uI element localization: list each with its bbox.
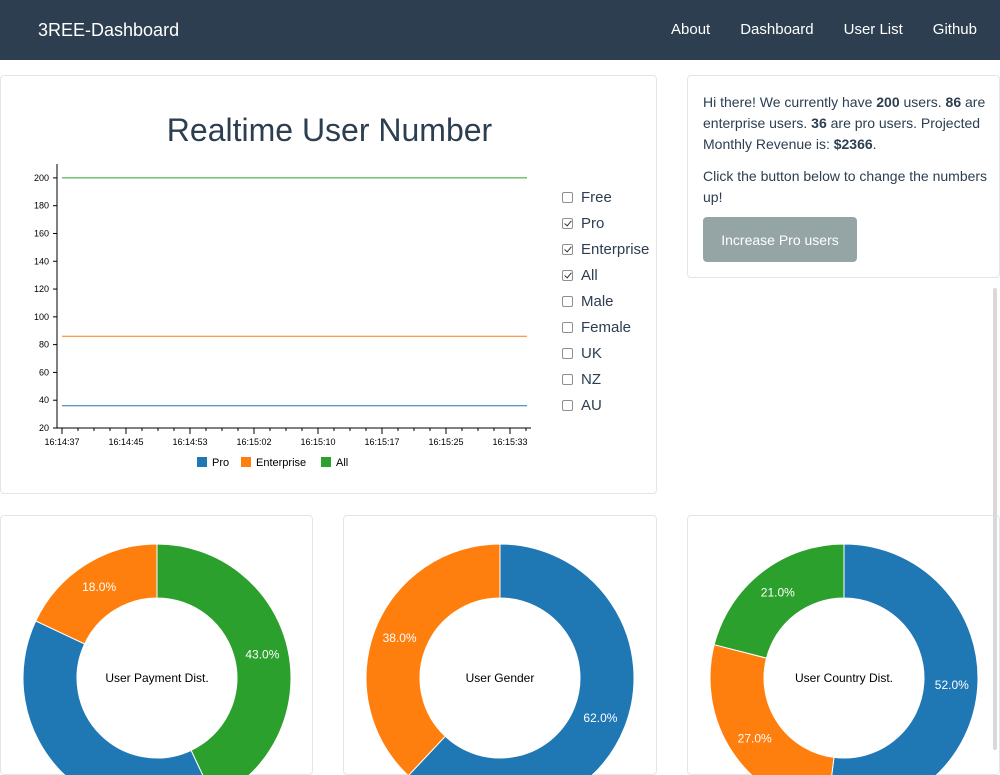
stats-text: Hi there! We currently have 200 users. 8… (703, 92, 988, 208)
filter-label: Enterprise (581, 240, 650, 258)
enterprise-users: 86 (945, 94, 962, 110)
series-filter-list: Free Pro Enterprise All Male Female UK NZ AU (562, 184, 649, 418)
x-tick-label: 16:15:25 (428, 437, 463, 447)
stats-card: Hi there! We currently have 200 users. 8… (687, 75, 1000, 278)
filter-label: All (581, 266, 598, 284)
filter-male[interactable]: Male (562, 288, 649, 314)
filter-nz[interactable]: NZ (562, 366, 649, 392)
plot-area: 20 40 60 80 100 120 140 160 180 200 16:14:37 16:14:… (34, 164, 531, 447)
legend-label: All (336, 457, 348, 469)
total-users: 200 (876, 94, 900, 110)
brand-logo[interactable]: 3REE-Dashboard (38, 0, 179, 60)
filter-checkbox[interactable] (562, 373, 573, 385)
slice-label: 21.0% (761, 586, 795, 600)
filter-checkbox[interactable] (562, 295, 573, 307)
slice-label: 52.0% (935, 678, 969, 692)
payment-dist-donut: 43.0% 18.0% User Payment Dist. (22, 543, 292, 775)
slice-label: 43.0% (245, 647, 279, 661)
pro-users: 36 (811, 115, 827, 131)
filter-label: Male (581, 292, 614, 310)
filter-free[interactable]: Free (562, 184, 649, 210)
slice-label: 18.0% (82, 580, 116, 594)
filter-checkbox[interactable] (562, 217, 573, 229)
donut-center-title: User Gender (466, 671, 535, 685)
filter-pro[interactable]: Pro (562, 210, 649, 236)
y-tick-label: 160 (34, 228, 49, 238)
x-tick-label: 16:14:45 (108, 437, 143, 447)
y-tick-label: 140 (34, 256, 49, 266)
filter-label: Free (581, 188, 612, 206)
slice-label: 27.0% (738, 732, 772, 746)
y-tick-label: 40 (39, 395, 49, 405)
filter-label: Pro (581, 214, 605, 232)
chart-title: Realtime User Number (166, 112, 493, 148)
filter-checkbox[interactable] (562, 191, 573, 203)
gender-dist-donut: 62.0% 38.0% User Gender (365, 543, 635, 775)
y-tick-label: 60 (39, 367, 49, 377)
filter-au[interactable]: AU (562, 392, 649, 418)
stats-prompt: Click the button below to change the num… (703, 168, 988, 205)
x-tick-label: 16:15:10 (300, 437, 335, 447)
slice-label: 62.0% (583, 711, 617, 725)
slice-label: 38.0% (383, 631, 417, 645)
nav-github[interactable]: Github (933, 0, 977, 60)
filter-label: UK (581, 344, 602, 362)
scrollbar[interactable] (993, 288, 997, 750)
filter-checkbox[interactable] (562, 321, 573, 333)
legend-swatch (197, 457, 207, 467)
x-tick-label: 16:15:02 (236, 437, 271, 447)
filter-label: NZ (581, 370, 601, 388)
nav-user-list[interactable]: User List (844, 0, 903, 60)
y-tick-label: 120 (34, 284, 49, 294)
legend-swatch (321, 457, 331, 467)
country-dist-donut: 52.0% 27.0% 21.0% User Country Dist. (709, 543, 979, 775)
increase-pro-users-button[interactable]: Increase Pro users (703, 217, 857, 262)
nav-links: About Dashboard User List Github (641, 0, 977, 60)
y-tick-label: 200 (34, 173, 49, 183)
filter-uk[interactable]: UK (562, 340, 649, 366)
navbar: 3REE-Dashboard About Dashboard User List… (0, 0, 1000, 60)
donut-slice (713, 543, 845, 659)
donut-slice (365, 543, 501, 775)
donut-slice (709, 644, 835, 775)
filter-label: AU (581, 396, 602, 414)
stats-summary: Hi there! We currently have 200 users. 8… (703, 94, 986, 152)
filter-checkbox[interactable] (562, 269, 573, 281)
y-tick-label: 20 (39, 423, 49, 433)
x-tick-label: 16:14:37 (44, 437, 79, 447)
x-tick-label: 16:15:33 (492, 437, 527, 447)
legend-swatch (241, 457, 251, 467)
donut-slice (35, 543, 158, 645)
payment-dist-card: 43.0% 18.0% User Payment Dist. (0, 515, 313, 775)
x-tick-label: 16:14:53 (172, 437, 207, 447)
filter-checkbox[interactable] (562, 399, 573, 411)
nav-about[interactable]: About (671, 0, 710, 60)
y-tick-label: 80 (39, 340, 49, 350)
y-tick-label: 100 (34, 312, 49, 322)
legend-label: Pro (212, 457, 229, 469)
realtime-chart-card: 20 40 60 80 100 120 140 160 180 200 16:14:37 16:14:… (0, 75, 657, 494)
nav-dashboard[interactable]: Dashboard (740, 0, 813, 60)
filter-checkbox[interactable] (562, 243, 573, 255)
donut-center-title: User Country Dist. (795, 671, 893, 685)
legend-label: Enterprise (256, 457, 306, 469)
donut-slice (22, 620, 204, 775)
donut-slice (831, 543, 979, 775)
filter-checkbox[interactable] (562, 347, 573, 359)
filter-female[interactable]: Female (562, 314, 649, 340)
chart-legend: Pro Enterprise All (197, 457, 348, 469)
filter-enterprise[interactable]: Enterprise (562, 236, 649, 262)
gender-dist-card: 62.0% 38.0% User Gender (343, 515, 657, 775)
filter-all[interactable]: All (562, 262, 649, 288)
x-tick-label: 16:15:17 (364, 437, 399, 447)
country-dist-card: 52.0% 27.0% 21.0% User Country Dist. (687, 515, 1000, 775)
filter-label: Female (581, 318, 632, 336)
donut-center-title: User Payment Dist. (105, 671, 208, 685)
y-tick-label: 180 (34, 201, 49, 211)
revenue: $2366 (833, 136, 873, 152)
